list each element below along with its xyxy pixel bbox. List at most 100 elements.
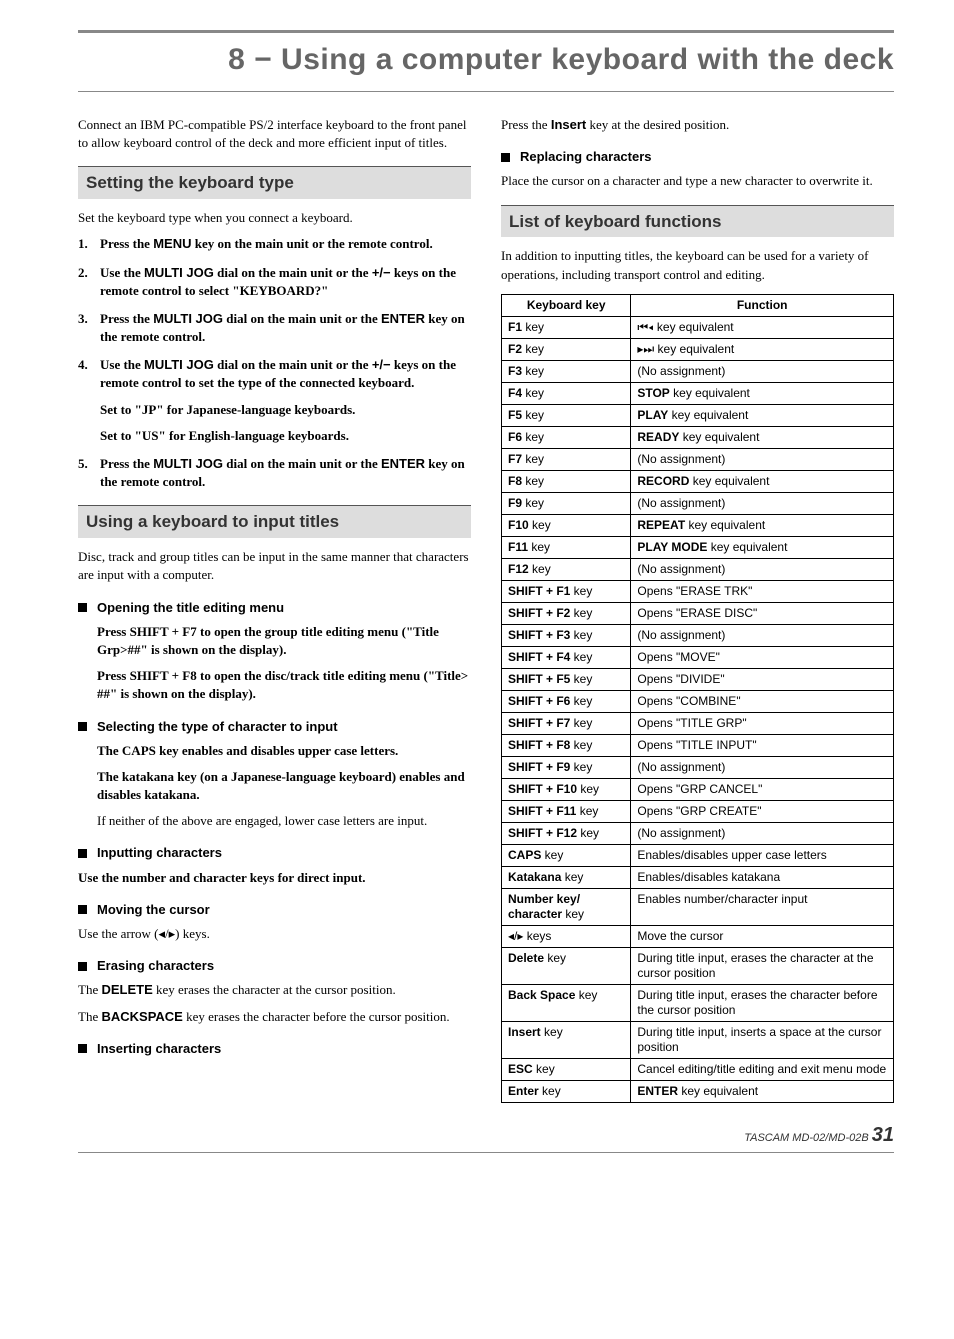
cell-function: (No assignment) (631, 448, 894, 470)
cell-key: SHIFT + F1 key (502, 580, 631, 602)
footer-page-number: 31 (872, 1124, 894, 1146)
subhead-inserting-label: Inserting characters (97, 1040, 221, 1058)
cell-function: Opens "TITLE GRP" (631, 712, 894, 734)
cell-function: Move the cursor (631, 925, 894, 947)
subhead-inputting-label: Inputting characters (97, 844, 222, 862)
table-row: SHIFT + F6 keyOpens "COMBINE" (502, 690, 894, 712)
erasing-p1: The DELETE key erases the character at t… (78, 981, 471, 999)
step-number: 3. (78, 310, 100, 346)
subhead-moving-label: Moving the cursor (97, 901, 210, 919)
cell-key: Delete key (502, 947, 631, 984)
step-item: 4.Use the MULTI JOG dial on the main uni… (78, 356, 471, 445)
cell-function: (No assignment) (631, 756, 894, 778)
selecting-p2: The katakana key (on a Japanese-language… (97, 768, 471, 804)
cell-function: Enables/disables katakana (631, 866, 894, 888)
table-row: Delete keyDuring title input, erases the… (502, 947, 894, 984)
table-row: SHIFT + F10 keyOpens "GRP CANCEL" (502, 778, 894, 800)
cell-key: F9 key (502, 492, 631, 514)
inputting-p: Use the number and character keys for di… (78, 869, 471, 887)
step-body: Use the MULTI JOG dial on the main unit … (100, 356, 471, 445)
cell-function: ▸⏭ key equivalent (631, 338, 894, 360)
step-item: 2.Use the MULTI JOG dial on the main uni… (78, 264, 471, 300)
cell-key: F1 key (502, 316, 631, 338)
cell-function: Cancel editing/title editing and exit me… (631, 1058, 894, 1080)
subhead-replacing-label: Replacing characters (520, 148, 652, 166)
cell-key: SHIFT + F3 key (502, 624, 631, 646)
replacing-p: Place the cursor on a character and type… (501, 172, 894, 190)
cell-function: Opens "ERASE DISC" (631, 602, 894, 624)
cell-key: F4 key (502, 382, 631, 404)
step-body: Press the MENU key on the main unit or t… (100, 235, 471, 253)
left-column: Connect an IBM PC-compatible PS/2 interf… (78, 116, 471, 1103)
selecting-p1: The CAPS key enables and disables upper … (97, 742, 471, 760)
cell-key: Number key/character key (502, 888, 631, 925)
bullet-square-icon (78, 905, 87, 914)
cell-key: CAPS key (502, 844, 631, 866)
step-item: 1.Press the MENU key on the main unit or… (78, 235, 471, 253)
cell-key: ◂/▸ keys (502, 925, 631, 947)
subhead-erasing: Erasing characters (78, 957, 471, 975)
table-row: F2 key▸⏭ key equivalent (502, 338, 894, 360)
cell-key: F3 key (502, 360, 631, 382)
intro-paragraph: Connect an IBM PC-compatible PS/2 interf… (78, 116, 471, 152)
table-row: SHIFT + F4 keyOpens "MOVE" (502, 646, 894, 668)
bullet-square-icon (501, 153, 510, 162)
cell-function: Opens "TITLE INPUT" (631, 734, 894, 756)
table-row: SHIFT + F3 key(No assignment) (502, 624, 894, 646)
setting-steps-list: 1.Press the MENU key on the main unit or… (78, 235, 471, 491)
cell-function: During title input, erases the character… (631, 984, 894, 1021)
cell-key: F11 key (502, 536, 631, 558)
cell-function: ENTER key equivalent (631, 1080, 894, 1102)
cell-key: F5 key (502, 404, 631, 426)
keyboard-functions-table: Keyboard key Function F1 key⏮◂ key equiv… (501, 294, 894, 1103)
cell-key: Katakana key (502, 866, 631, 888)
cell-function: PLAY key equivalent (631, 404, 894, 426)
cell-function: Enables number/character input (631, 888, 894, 925)
table-row: CAPS keyEnables/disables upper case lett… (502, 844, 894, 866)
table-header-row: Keyboard key Function (502, 294, 894, 316)
table-row: ◂/▸ keysMove the cursor (502, 925, 894, 947)
chapter-heading-bar: 8 − Using a computer keyboard with the d… (78, 30, 894, 92)
cell-function: Opens "MOVE" (631, 646, 894, 668)
table-row: F9 key(No assignment) (502, 492, 894, 514)
selecting-p3: If neither of the above are engaged, low… (97, 812, 471, 830)
section-heading-setting: Setting the keyboard type (78, 166, 471, 199)
step-body: Press the MULTI JOG dial on the main uni… (100, 455, 471, 491)
section-heading-list: List of keyboard functions (501, 205, 894, 238)
cell-function: (No assignment) (631, 492, 894, 514)
cell-key: SHIFT + F6 key (502, 690, 631, 712)
step-number: 4. (78, 356, 100, 445)
subhead-inputting: Inputting characters (78, 844, 471, 862)
step-body: Press the MULTI JOG dial on the main uni… (100, 310, 471, 346)
subhead-inserting: Inserting characters (78, 1040, 471, 1058)
cell-function: Opens "ERASE TRK" (631, 580, 894, 602)
step-item: 3.Press the MULTI JOG dial on the main u… (78, 310, 471, 346)
cell-key: F8 key (502, 470, 631, 492)
table-row: Enter keyENTER key equivalent (502, 1080, 894, 1102)
cell-function: (No assignment) (631, 624, 894, 646)
cell-key: SHIFT + F2 key (502, 602, 631, 624)
table-row: SHIFT + F5 keyOpens "DIVIDE" (502, 668, 894, 690)
cell-key: SHIFT + F12 key (502, 822, 631, 844)
table-row: SHIFT + F7 keyOpens "TITLE GRP" (502, 712, 894, 734)
cell-function: During title input, inserts a space at t… (631, 1021, 894, 1058)
page-footer: TASCAM MD-02/MD-02B 31 (78, 1121, 894, 1153)
subhead-selecting: Selecting the type of character to input (78, 718, 471, 736)
cell-function: Opens "GRP CREATE" (631, 800, 894, 822)
table-row: F11 keyPLAY MODE key equivalent (502, 536, 894, 558)
cell-key: F12 key (502, 558, 631, 580)
opening-p1: Press SHIFT + F7 to open the group title… (97, 623, 471, 659)
table-row: F4 keySTOP key equivalent (502, 382, 894, 404)
cell-function: (No assignment) (631, 558, 894, 580)
table-row: F7 key(No assignment) (502, 448, 894, 470)
cell-function: REPEAT key equivalent (631, 514, 894, 536)
table-row: Katakana keyEnables/disables katakana (502, 866, 894, 888)
cell-function: Opens "GRP CANCEL" (631, 778, 894, 800)
right-column: Press the Insert key at the desired posi… (501, 116, 894, 1103)
footer-product: TASCAM MD-02/MD-02B (744, 1132, 868, 1144)
cell-key: SHIFT + F9 key (502, 756, 631, 778)
subhead-replacing: Replacing characters (501, 148, 894, 166)
cell-key: SHIFT + F11 key (502, 800, 631, 822)
step-number: 5. (78, 455, 100, 491)
chapter-title: 8 − Using a computer keyboard with the d… (78, 39, 894, 81)
